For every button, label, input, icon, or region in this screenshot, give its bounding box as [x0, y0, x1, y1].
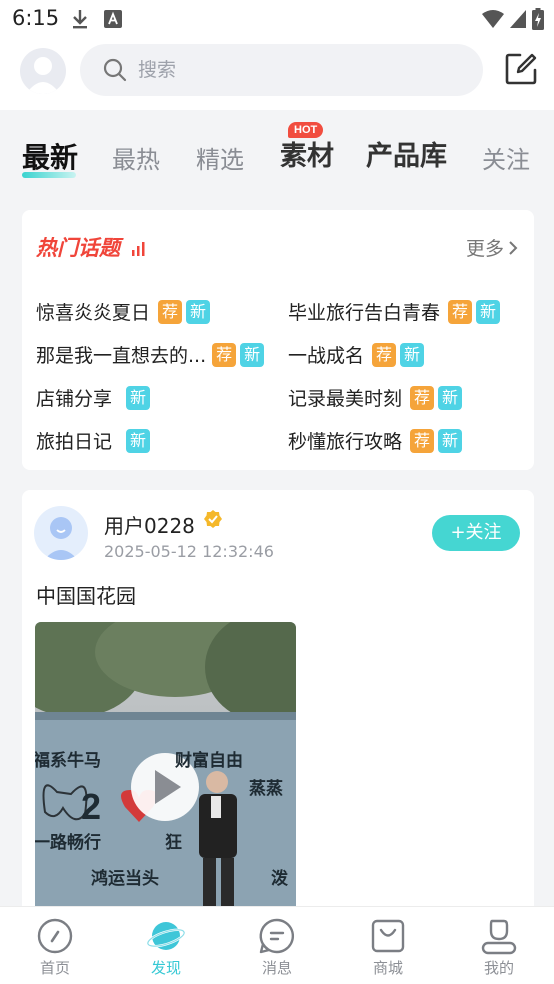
- tab-product-library[interactable]: 产品库: [366, 134, 447, 173]
- hot-topics-card: 热门话题 更多 惊喜炎炎夏日 荐 新 毕业旅行告白青春 荐 新 那是我一直想去的…: [22, 210, 534, 470]
- new-tag: 新: [126, 385, 151, 410]
- download-icon: [73, 10, 87, 29]
- media-text: 福系牛马: [35, 751, 101, 771]
- nav-home-label: 首页: [39, 959, 70, 977]
- topic-item[interactable]: 毕业旅行告白青春 荐 新: [288, 298, 501, 325]
- topic-label: 毕业旅行告白青春: [288, 302, 441, 324]
- nav-store[interactable]: 商城: [333, 907, 443, 984]
- recommend-tag: 荐: [158, 299, 183, 324]
- post-card[interactable]: 用户0228 2025-05-12 12:32:46 +关注 中国国花园 福系牛…: [22, 490, 534, 920]
- nav-messages[interactable]: 消息: [222, 907, 332, 984]
- new-tag: 新: [186, 299, 211, 324]
- nav-home[interactable]: 首页: [0, 907, 110, 984]
- more-label: 更多: [465, 238, 504, 260]
- media-text: 狂: [165, 833, 182, 853]
- recommend-tag: 荐: [410, 385, 435, 410]
- search-icon: [103, 58, 127, 82]
- recommend-tag: 荐: [448, 299, 473, 324]
- shopping-bag-icon: [371, 919, 405, 953]
- new-tag: 新: [438, 385, 463, 410]
- nav-profile[interactable]: 我的: [444, 907, 554, 984]
- follow-button[interactable]: +关注: [432, 515, 520, 551]
- post-author-name[interactable]: 用户0228: [104, 510, 195, 539]
- new-tag: 新: [476, 299, 501, 324]
- media-text: 一路畅行: [35, 833, 101, 853]
- new-tag: 新: [126, 428, 151, 453]
- post-author-avatar[interactable]: [34, 506, 88, 560]
- more-topics-link[interactable]: 更多: [466, 234, 518, 261]
- chevron-right-icon: [509, 240, 518, 255]
- topic-label: 店铺分享: [36, 388, 113, 410]
- status-time: 6:15: [12, 6, 60, 30]
- home-compass-icon: [37, 918, 73, 954]
- status-icons: [482, 8, 544, 30]
- video-frame-illustration: [35, 622, 296, 920]
- category-tabs: 最新 最热 精选 素材 HOT 产品库 关注: [0, 110, 554, 196]
- verified-badge-icon: [204, 510, 222, 528]
- header: [0, 38, 554, 110]
- media-text: 2: [81, 786, 102, 827]
- post-text: 中国国花园: [36, 584, 136, 608]
- planet-icon: [147, 922, 185, 950]
- topic-label: 惊喜炎炎夏日: [36, 302, 151, 324]
- topic-item[interactable]: 旅拍日记 新: [36, 427, 151, 454]
- signal-icon: [510, 10, 526, 28]
- user-profile-icon: [481, 919, 517, 955]
- nav-store-label: 商城: [372, 959, 403, 977]
- nav-profile-label: 我的: [483, 959, 514, 977]
- media-text: 泼: [271, 869, 288, 889]
- media-text: 蒸蒸: [249, 779, 283, 799]
- topic-item[interactable]: 惊喜炎炎夏日 荐 新: [36, 298, 211, 325]
- new-tag: 新: [438, 428, 463, 453]
- wifi-icon: [482, 10, 504, 28]
- bottom-nav: 首页 发现 消息 商城 我的: [0, 906, 554, 984]
- new-tag: 新: [240, 342, 265, 367]
- battery-icon: [532, 8, 544, 30]
- active-tab-indicator: [22, 172, 76, 178]
- topic-item[interactable]: 记录最美时刻 荐 新: [288, 384, 463, 411]
- recommend-tag: 荐: [410, 428, 435, 453]
- user-avatar[interactable]: [20, 48, 66, 94]
- post-timestamp: 2025-05-12 12:32:46: [104, 542, 274, 561]
- hot-topics-title: 热门话题: [36, 236, 120, 260]
- compose-icon[interactable]: [504, 52, 538, 86]
- nav-messages-label: 消息: [261, 959, 292, 977]
- search-input[interactable]: [138, 59, 438, 81]
- tab-latest[interactable]: 最新: [22, 136, 78, 176]
- tab-materials[interactable]: 素材: [280, 134, 334, 173]
- topic-label: 秒懂旅行攻略: [288, 431, 403, 453]
- default-avatar-icon: [44, 517, 78, 560]
- topic-item[interactable]: 秒懂旅行攻略 荐 新: [288, 427, 463, 454]
- topic-label: 一战成名: [288, 345, 365, 367]
- message-bubble-icon: [259, 918, 295, 954]
- recommend-tag: 荐: [212, 342, 237, 367]
- status-bar: 6:15: [0, 0, 554, 38]
- search-bar[interactable]: [80, 44, 483, 96]
- font-a-icon: [104, 10, 122, 28]
- media-text: 鸿运当头: [91, 869, 159, 889]
- topic-label: 旅拍日记: [36, 431, 113, 453]
- topic-label: 那是我一直想去的...: [36, 345, 207, 367]
- media-text: 财富自由: [175, 751, 243, 771]
- topic-item[interactable]: 一战成名 荐 新: [288, 341, 425, 368]
- avatar-placeholder-icon: [26, 57, 60, 94]
- topic-label: 记录最美时刻: [288, 388, 403, 410]
- nav-discover-label: 发现: [150, 959, 181, 977]
- hot-badge: HOT: [288, 122, 324, 138]
- recommend-tag: 荐: [372, 342, 397, 367]
- nav-discover[interactable]: 发现: [111, 907, 221, 984]
- tab-hottest[interactable]: 最热: [112, 140, 160, 175]
- post-video-thumbnail[interactable]: 福系牛马 财富自由 蒸蒸 2 一路畅行 狂 鸿运当头 泼: [35, 622, 296, 920]
- new-tag: 新: [400, 342, 425, 367]
- tab-featured[interactable]: 精选: [196, 140, 244, 175]
- trend-bars-icon: [132, 242, 145, 256]
- topic-item[interactable]: 店铺分享 新: [36, 384, 151, 411]
- topic-item[interactable]: 那是我一直想去的... 荐 新: [36, 341, 265, 368]
- tab-following[interactable]: 关注: [482, 140, 530, 175]
